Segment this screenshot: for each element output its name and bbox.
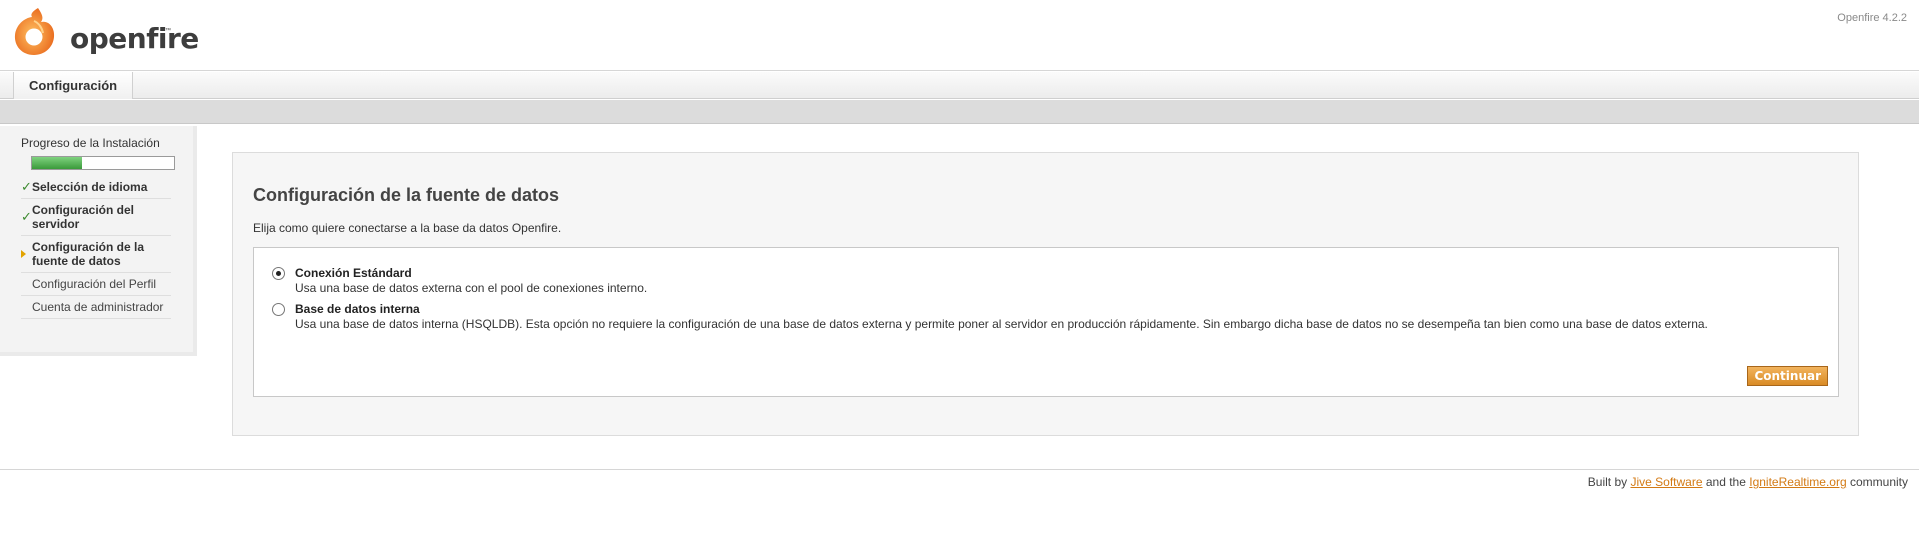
standard-connection-radio[interactable] bbox=[272, 267, 285, 280]
current-step-arrow-icon bbox=[21, 250, 26, 258]
tab-bar: Configuración bbox=[0, 72, 1919, 99]
logo-text: openfire bbox=[70, 22, 199, 55]
step-profile: Configuración del Perfil bbox=[21, 273, 171, 296]
embedded-database-radio[interactable] bbox=[272, 303, 285, 316]
sub-navigation-bar bbox=[0, 100, 1919, 124]
version-label: Openfire 4.2.2 bbox=[1837, 12, 1907, 24]
checkmark-icon: ✓ bbox=[21, 209, 32, 224]
option-label: Base de datos interna bbox=[295, 302, 420, 316]
step-language: ✓ Selección de idioma bbox=[21, 176, 171, 199]
page-description: Elija como quiere conectarse a la base d… bbox=[253, 221, 562, 235]
ignite-realtime-link[interactable]: IgniteRealtime.org bbox=[1749, 475, 1846, 489]
step-label: Configuración de la fuente de datos bbox=[32, 240, 145, 268]
step-label: Configuración del servidor bbox=[32, 203, 134, 231]
step-label: Cuenta de administrador bbox=[32, 300, 164, 314]
header: openfire ™ Openfire 4.2.2 bbox=[0, 0, 1919, 71]
continue-button[interactable]: Continuar bbox=[1747, 366, 1828, 386]
step-datasource: Configuración de la fuente de datos bbox=[21, 236, 171, 273]
step-server: ✓ Configuración del servidor bbox=[21, 199, 171, 236]
datasource-panel: Configuración de la fuente de datos Elij… bbox=[232, 152, 1859, 436]
step-label: Selección de idioma bbox=[32, 180, 148, 194]
step-label: Configuración del Perfil bbox=[32, 277, 157, 291]
datasource-options: Conexión Estándard Usa una base de datos… bbox=[253, 247, 1839, 397]
progress-fill bbox=[32, 157, 82, 169]
logo-trademark: ™ bbox=[165, 28, 171, 34]
progress-title: Progreso de la Instalación bbox=[21, 136, 160, 150]
installation-progress-bar bbox=[31, 156, 175, 170]
checkmark-icon: ✓ bbox=[21, 179, 32, 194]
footer-divider bbox=[0, 469, 1919, 470]
openfire-logo[interactable]: openfire ™ bbox=[8, 4, 199, 58]
footer-suffix: community bbox=[1849, 475, 1908, 489]
option-description: Usa una base de datos externa con el poo… bbox=[295, 281, 648, 295]
footer-prefix: Built by bbox=[1587, 475, 1628, 489]
jive-software-link[interactable]: Jive Software bbox=[1630, 475, 1702, 489]
step-admin-account: Cuenta de administrador bbox=[21, 296, 171, 319]
footer: Built by Jive Software and the IgniteRea… bbox=[1588, 475, 1908, 489]
option-label: Conexión Estándard bbox=[295, 266, 412, 280]
option-description: Usa una base de datos interna (HSQLDB). … bbox=[295, 317, 1708, 331]
installation-sidebar: Progreso de la Instalación ✓ Selección d… bbox=[0, 126, 197, 356]
flame-icon bbox=[14, 8, 55, 55]
setup-steps-list: ✓ Selección de idioma ✓ Configuración de… bbox=[21, 176, 171, 319]
tab-configuracion[interactable]: Configuración bbox=[13, 72, 134, 99]
page-title: Configuración de la fuente de datos bbox=[253, 185, 560, 205]
footer-middle: and the bbox=[1705, 475, 1746, 489]
